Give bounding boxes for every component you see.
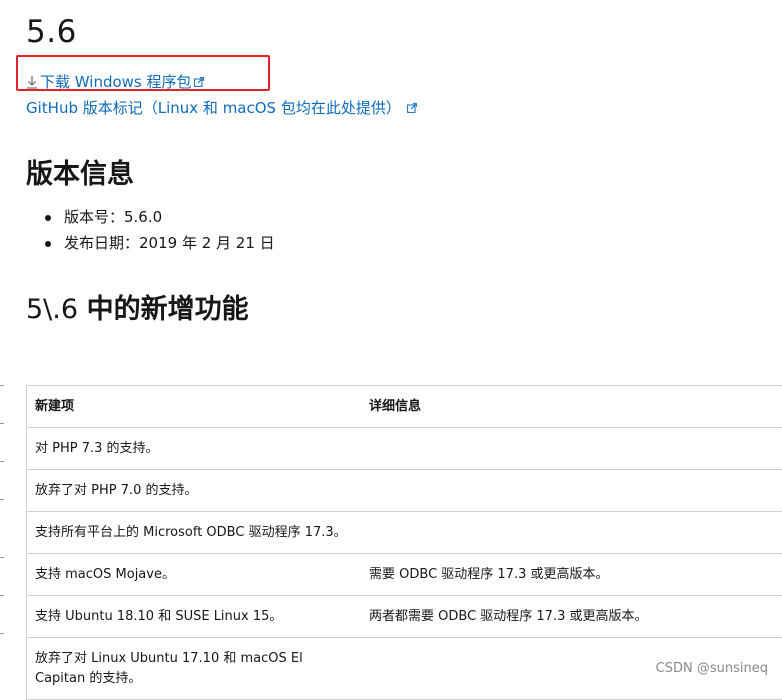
list-item: 版本号：5.6.0 [26,205,275,231]
whats-new-heading: 5\.6 中的新增功能 [26,287,249,326]
table-row: 对 PHP 7.3 的支持。 [27,428,782,470]
download-link-label: 下载 Windows 程序包 [40,71,192,92]
table-cell: 支持 Ubuntu 18.10 和 SUSE Linux 15。 [27,596,362,638]
watermark: CSDN @sunsineq [656,661,768,676]
table-row: 支持 Ubuntu 18.10 和 SUSE Linux 15。 两者都需要 O… [27,596,782,638]
table-row: 支持 macOS Mojave。 需要 ODBC 驱动程序 17.3 或更高版本… [27,554,782,596]
table-cell: 对 PHP 7.3 的支持。 [27,428,362,470]
left-margin-markers [0,385,4,685]
table-cell: 支持所有平台上的 Microsoft ODBC 驱动程序 17.3。 [27,512,362,554]
whats-new-title: 中的新增功能 [87,294,249,325]
table-cell: 支持 macOS Mojave。 [27,554,362,596]
download-windows-link[interactable]: 下载 Windows 程序包 [26,71,204,92]
table-cell [361,428,782,470]
github-release-link[interactable]: GitHub 版本标记（Linux 和 macOS 包均在此处提供） [26,97,417,118]
table-cell [361,470,782,512]
table-cell: 放弃了对 PHP 7.0 的支持。 [27,470,362,512]
table-row: 支持所有平台上的 Microsoft ODBC 驱动程序 17.3。 [27,512,782,554]
table-cell: 需要 ODBC 驱动程序 17.3 或更高版本。 [361,554,782,596]
external-link-icon [407,103,417,113]
column-header-new-item: 新建项 [27,386,362,428]
github-link-label: GitHub 版本标记（Linux 和 macOS 包均在此处提供） [26,97,401,118]
table-cell: 两者都需要 ODBC 驱动程序 17.3 或更高版本。 [361,596,782,638]
external-link-icon [194,77,204,87]
column-header-details: 详细信息 [361,386,782,428]
features-table: 新建项 详细信息 对 PHP 7.3 的支持。 放弃了对 PHP 7.0 的支持… [26,385,782,700]
download-icon [26,75,38,89]
whats-new-version: 5\.6 [26,294,87,325]
table-row: 放弃了对 PHP 7.0 的支持。 [27,470,782,512]
version-heading: 5.6 [26,14,77,50]
list-item: 发布日期：2019 年 2 月 21 日 [26,231,275,257]
release-info-list: 版本号：5.6.0 发布日期：2019 年 2 月 21 日 [26,205,275,257]
table-cell: 放弃了对 Linux Ubuntu 17.10 和 macOS El Capit… [27,638,362,700]
table-header-row: 新建项 详细信息 [27,386,782,428]
release-info-heading: 版本信息 [26,152,134,191]
table-cell [361,512,782,554]
